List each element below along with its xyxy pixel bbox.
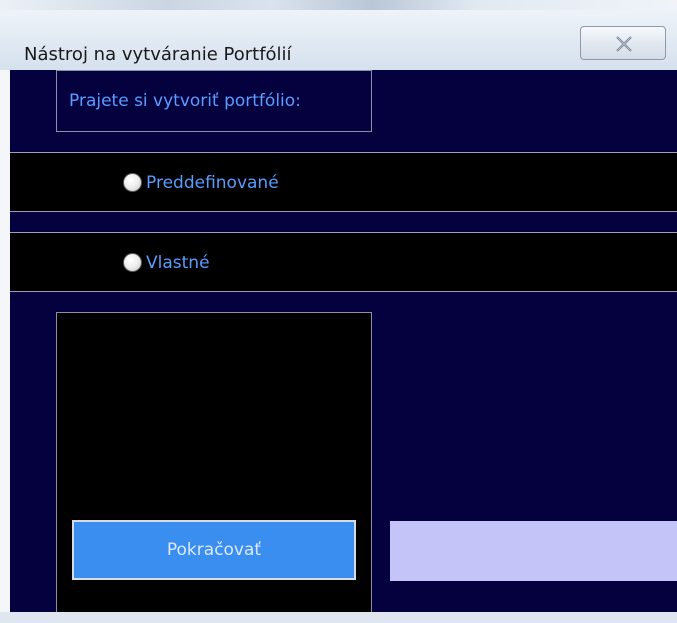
continue-button[interactable]: Pokračovať bbox=[72, 520, 356, 580]
radio-predefined[interactable] bbox=[123, 173, 142, 192]
form-body: Prajete si vytvoriť portfólio: Preddefin… bbox=[10, 70, 677, 623]
option-label-custom[interactable]: Vlastné bbox=[146, 253, 210, 273]
window-bottom-border bbox=[0, 612, 677, 623]
close-icon bbox=[616, 36, 632, 52]
title-bar[interactable]: Nástroj na vytváranie Portfólií bbox=[0, 10, 677, 70]
radio-custom[interactable] bbox=[123, 253, 142, 272]
prompt-frame: Prajete si vytvoriť portfólio: bbox=[56, 70, 372, 132]
option-row-custom[interactable]: Vlastné bbox=[10, 232, 677, 292]
window-title: Nástroj na vytváranie Portfólií bbox=[24, 44, 292, 65]
option-label-predefined[interactable]: Preddefinované bbox=[146, 173, 279, 193]
dialog-window: Nástroj na vytváranie Portfólií Prajete … bbox=[0, 0, 677, 623]
prompt-label: Prajete si vytvoriť portfólio: bbox=[69, 91, 301, 111]
side-panel bbox=[390, 521, 677, 581]
option-row-predefined[interactable]: Preddefinované bbox=[10, 152, 677, 212]
close-button[interactable] bbox=[580, 26, 666, 60]
